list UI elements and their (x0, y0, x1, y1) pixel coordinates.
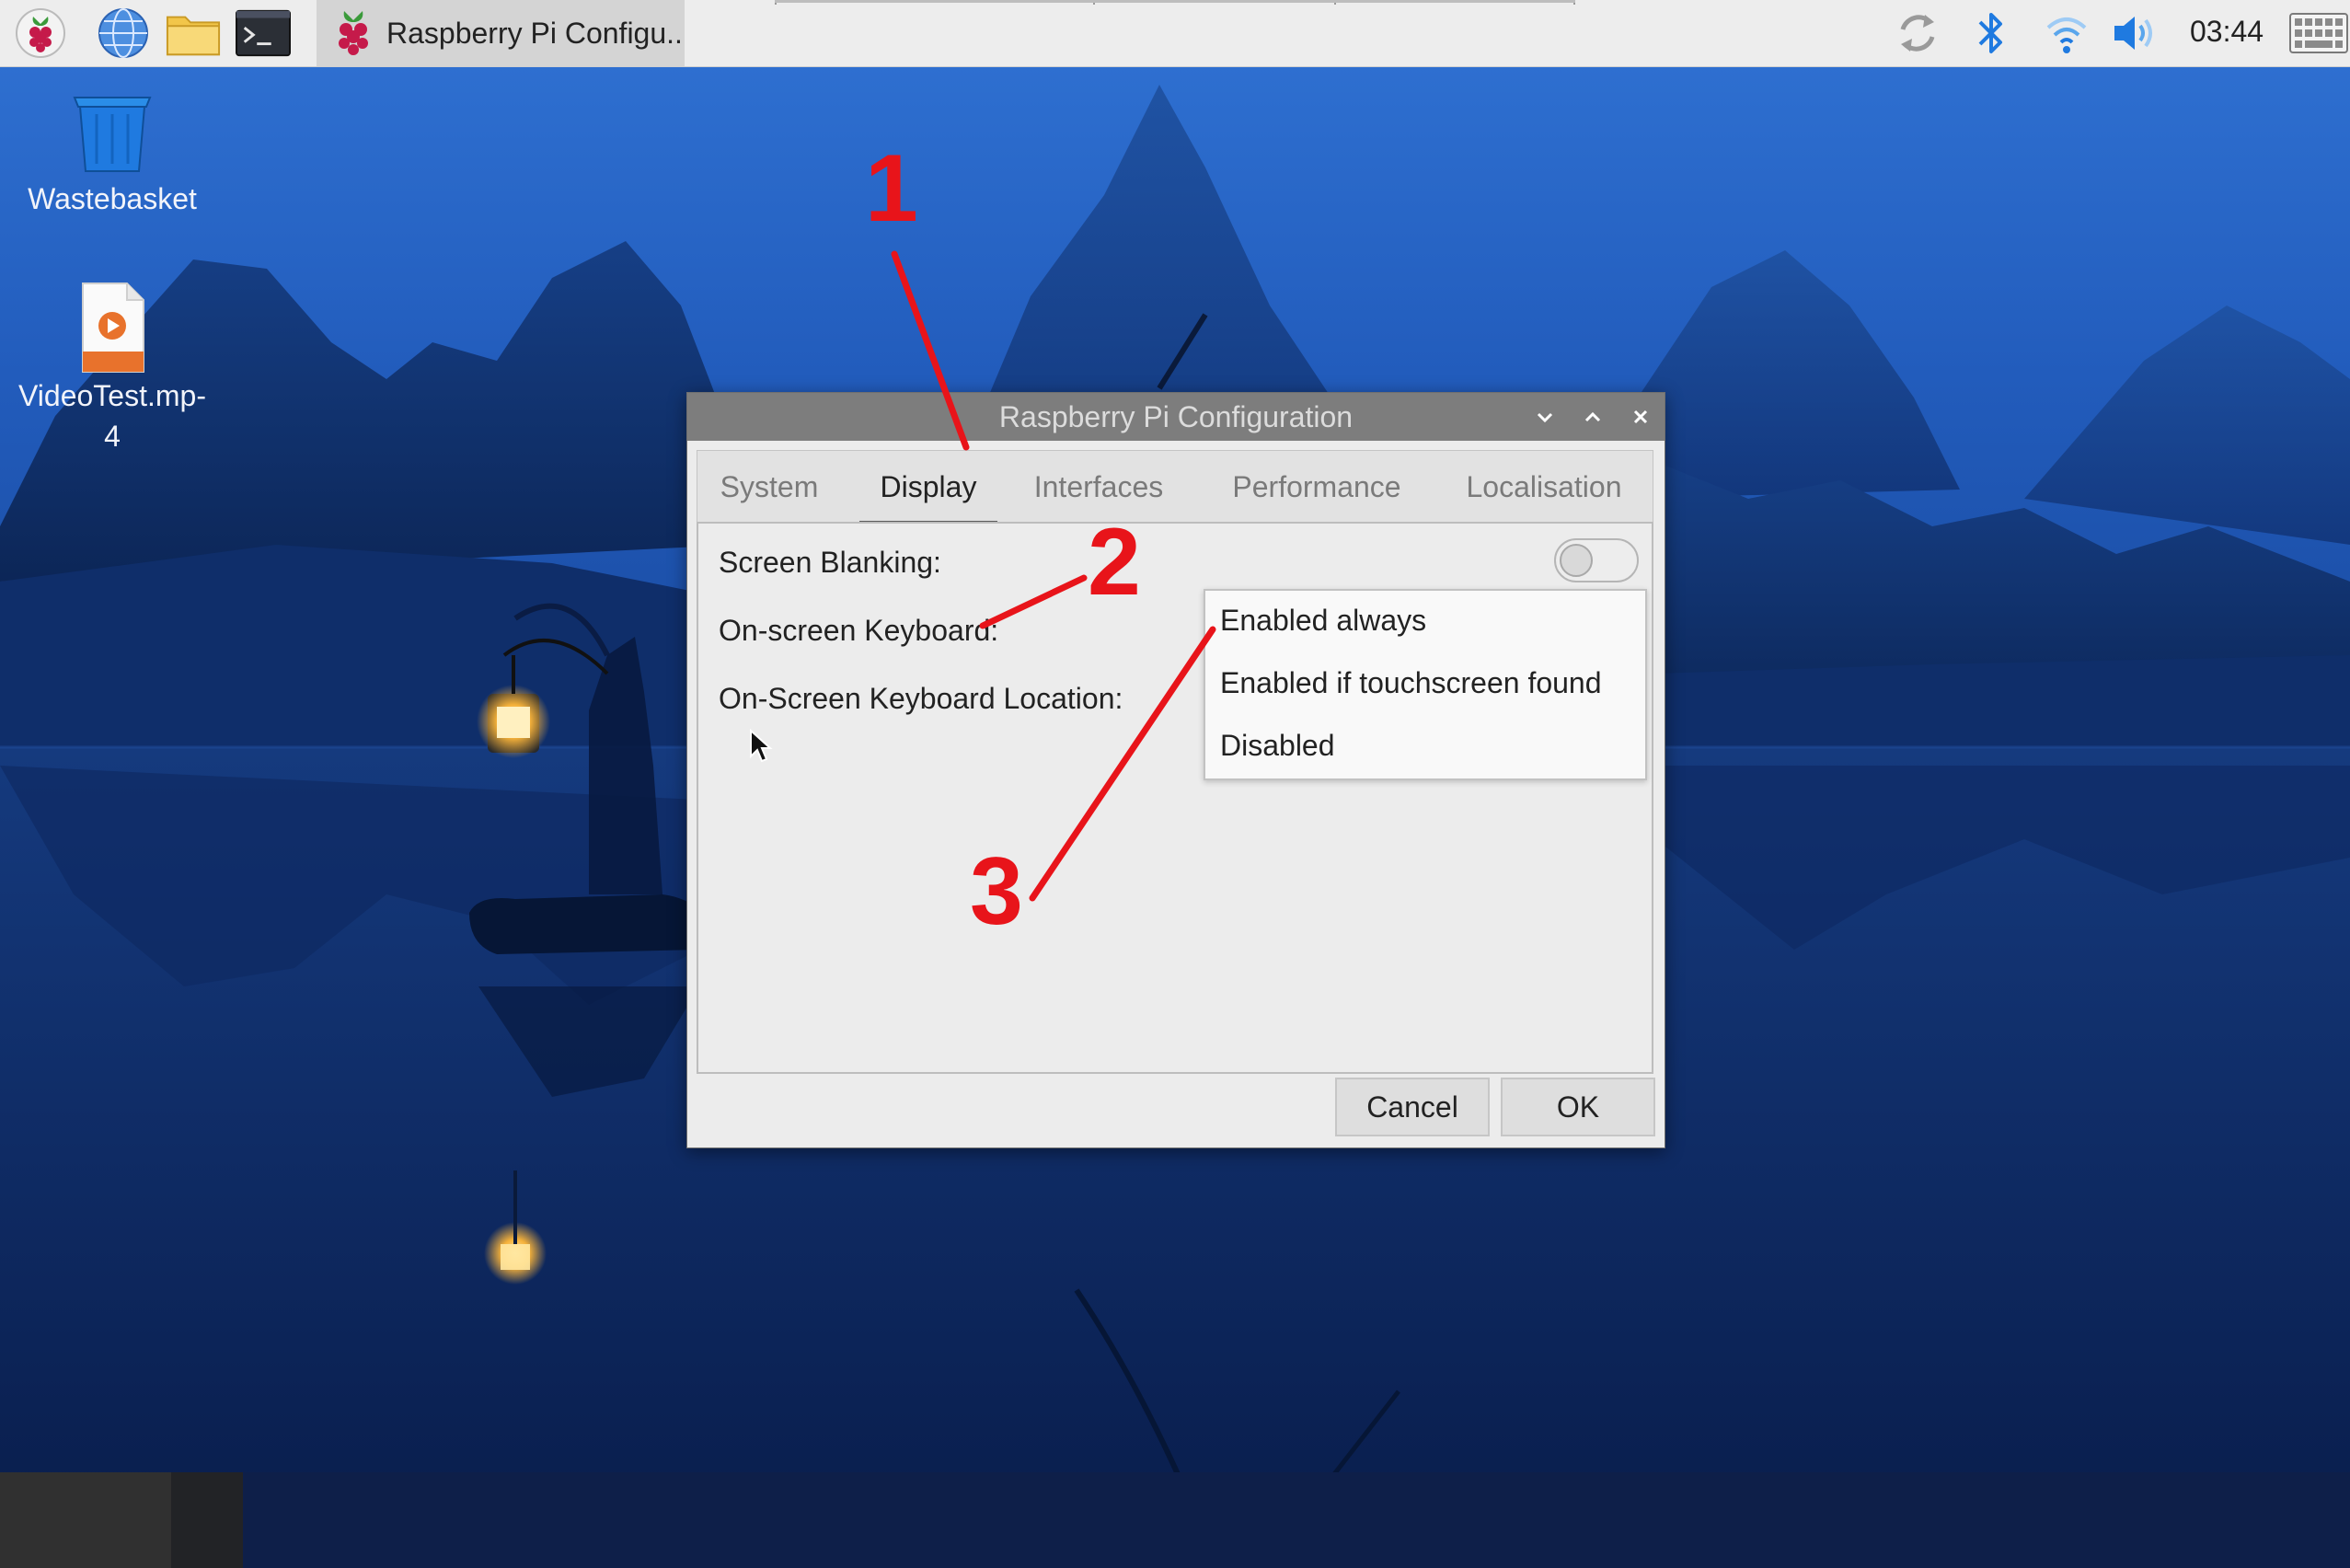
video-file-label-line2: 4 (104, 420, 121, 453)
chevron-up-icon (1584, 411, 1601, 422)
close-icon (1633, 409, 1648, 424)
keyboard-options-dropdown[interactable]: Enabled always Enabled if touchscreen fo… (1204, 589, 1647, 780)
wastebasket-icon (11, 90, 213, 179)
tab-system[interactable]: System (714, 451, 824, 525)
annotation-number-2: 2 (1088, 509, 1141, 616)
desktop-icon-wastebasket[interactable]: Wastebasket (11, 90, 213, 219)
onscreen-keyboard-label: On-screen Keyboard: (719, 614, 999, 647)
video-file-icon (11, 282, 213, 375)
screen-blanking-toggle[interactable] (1554, 538, 1639, 582)
desktop-icon-video-file[interactable]: VideoTest.mp- 4 (11, 282, 213, 456)
taskbar: Raspberry Pi Configu.. 03:44 (0, 0, 2350, 67)
bluetooth-icon[interactable] (1965, 7, 2017, 59)
onscreen-keyboard-location-label: On-Screen Keyboard Location: (719, 682, 1123, 715)
cancel-button[interactable]: Cancel (1335, 1078, 1490, 1136)
dark-panel-left (0, 1472, 171, 1568)
terminal-icon[interactable] (236, 6, 291, 61)
file-manager-icon[interactable] (166, 6, 221, 61)
chevron-down-icon (1537, 412, 1553, 423)
raspberry-menu-icon[interactable] (13, 6, 68, 61)
volume-icon[interactable] (2111, 7, 2162, 59)
annotation-number-1: 1 (865, 135, 918, 242)
taskbar-workspace-strip (775, 0, 1575, 3)
maximize-button[interactable] (1574, 398, 1611, 435)
dialog-title: Raspberry Pi Configuration (998, 400, 1354, 433)
wastebasket-label: Wastebasket (28, 182, 197, 215)
taskbar-window-button[interactable]: Raspberry Pi Configu.. (317, 0, 685, 66)
update-sync-icon[interactable] (1892, 7, 1943, 59)
toggle-knob (1560, 544, 1593, 577)
video-file-label-line1: VideoTest.mp- (18, 379, 206, 412)
tab-localisation[interactable]: Localisation (1448, 451, 1640, 525)
web-browser-icon[interactable] (96, 6, 151, 61)
option-enabled-if-touchscreen[interactable]: Enabled if touchscreen found (1220, 666, 1602, 700)
keyboard-icon[interactable] (2289, 7, 2348, 59)
mouse-pointer-icon (750, 729, 773, 763)
minimize-button[interactable] (1526, 398, 1563, 435)
screen-blanking-label: Screen Blanking: (719, 546, 941, 579)
raspberry-app-icon (328, 6, 379, 65)
clock[interactable]: 03:44 (2190, 15, 2264, 49)
option-disabled[interactable]: Disabled (1220, 729, 1335, 763)
dialog-tabbar: System Display Interfaces Performance Lo… (697, 450, 1653, 525)
ok-button[interactable]: OK (1501, 1078, 1655, 1136)
dark-panel-inner (171, 1472, 243, 1568)
taskbar-window-title: Raspberry Pi Configu.. (386, 16, 683, 50)
wifi-icon[interactable] (2041, 7, 2092, 59)
close-button[interactable] (1622, 398, 1659, 435)
tab-performance[interactable]: Performance (1220, 451, 1413, 525)
annotation-number-3: 3 (970, 838, 1023, 945)
dialog-titlebar[interactable]: Raspberry Pi Configuration (687, 393, 1665, 441)
desktop-bottom-strip (0, 1472, 2350, 1568)
tab-display[interactable]: Display (859, 451, 997, 525)
option-enabled-always[interactable]: Enabled always (1220, 604, 1426, 638)
